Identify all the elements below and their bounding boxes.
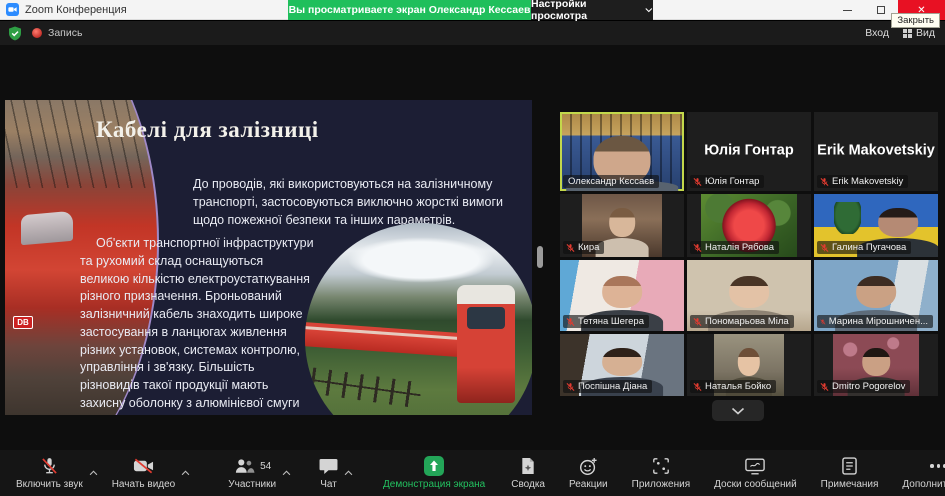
participant-name: Кира — [578, 242, 599, 253]
participant-name: Тетяна Шегера — [578, 316, 644, 327]
participants-options-chevron[interactable] — [282, 450, 291, 496]
participant-name: Erik Makovetskiy — [832, 176, 903, 187]
participant-name: Марина Мірошничен... — [829, 316, 928, 327]
whiteboards-button[interactable]: Доски сообщений — [708, 450, 803, 496]
participant-name: Наталія Рябова — [705, 242, 774, 253]
participant-tile[interactable]: Тетяна Шегера — [560, 260, 684, 331]
participant-tile[interactable]: Олександр Кєссаєв — [560, 112, 684, 191]
participant-tile[interactable]: Наталья Бойко — [687, 334, 811, 396]
muted-mic-icon — [820, 243, 829, 253]
maximize-icon — [877, 6, 885, 14]
camera-off-icon — [133, 456, 154, 476]
gallery-view-icon — [903, 29, 912, 38]
muted-mic-icon — [820, 382, 829, 392]
main-area: DB Кабелі для залізниці До проводів, які… — [0, 45, 945, 450]
participant-tile[interactable]: Кира — [560, 194, 684, 257]
participant-tile[interactable]: Наталія Рябова — [687, 194, 811, 257]
mic-muted-icon — [41, 456, 58, 476]
muted-mic-icon — [566, 317, 575, 327]
muted-mic-icon — [566, 382, 575, 392]
participants-count: 54 — [260, 461, 271, 472]
gallery-scrollbar[interactable] — [537, 246, 543, 268]
muted-mic-icon — [693, 177, 702, 187]
muted-mic-icon — [820, 177, 829, 187]
more-icon — [930, 456, 945, 476]
notes-button[interactable]: Примечания — [815, 450, 885, 496]
participant-name: Галина Пугачова — [832, 242, 906, 253]
view-settings-button[interactable]: Настройки просмотра — [531, 0, 653, 20]
shared-screen-slide: DB Кабелі для залізниці До проводів, які… — [5, 100, 532, 415]
participants-gallery: Олександр Кєссаєв Юлія Гонтар Юлія Гонта… — [560, 112, 938, 396]
security-shield-icon[interactable] — [8, 26, 22, 41]
participant-name: Юлія Гонтар — [705, 176, 759, 187]
window-title: Zoom Конференция — [25, 4, 127, 16]
participant-display-name: Юлія Гонтар — [687, 142, 811, 158]
view-button[interactable]: Вид — [903, 27, 935, 39]
participant-name: Пономарьова Міла — [705, 316, 789, 327]
participants-icon — [233, 457, 255, 475]
slide-paragraph-2: Об'єкти транспортної інфраструктури та р… — [80, 235, 315, 415]
participant-tile[interactable]: Erik Makovetskiy Erik Makovetskiy — [814, 112, 938, 191]
gallery-next-page-button[interactable] — [712, 400, 764, 421]
meeting-toolbar: Включить звук Начать видео 54 Участники … — [0, 450, 945, 496]
minimize-button[interactable] — [830, 0, 864, 20]
participant-name: Олександр Кєссаєв — [568, 176, 654, 187]
zoom-app-icon — [6, 3, 19, 16]
minimize-icon — [843, 10, 852, 11]
recording-indicator-icon — [32, 28, 42, 38]
login-button[interactable]: Вход — [865, 27, 889, 39]
notes-icon — [842, 456, 857, 476]
snow-mountain — [347, 237, 495, 283]
participant-name: Наталья Бойко — [705, 381, 771, 392]
share-screen-button[interactable]: Демонстрация экрана — [377, 450, 491, 496]
train-locomotive — [457, 285, 515, 403]
apps-icon — [652, 456, 670, 476]
participant-tile[interactable]: Марина Мірошничен... — [814, 260, 938, 331]
participant-tile[interactable]: Пономарьова Міла — [687, 260, 811, 331]
participant-display-name: Erik Makovetskiy — [814, 142, 938, 158]
more-button[interactable]: Дополнительно — [896, 450, 945, 496]
chat-button[interactable]: Чат — [313, 450, 344, 496]
start-video-button[interactable]: Начать видео — [106, 450, 182, 496]
muted-mic-icon — [693, 317, 702, 327]
chat-options-chevron[interactable] — [344, 450, 353, 496]
reactions-button[interactable]: Реакции — [563, 450, 614, 496]
participants-button[interactable]: 54 Участники — [222, 450, 282, 496]
meeting-header: Запись Вход Вид — [0, 21, 945, 45]
muted-mic-icon — [693, 243, 702, 253]
summary-button[interactable]: Сводка — [505, 450, 551, 496]
participant-tile[interactable]: Dmitro Pogorelov — [814, 334, 938, 396]
recording-label: Запись — [48, 27, 82, 39]
participant-name: Dmitro Pogorelov — [832, 381, 905, 392]
participant-tile[interactable]: Поспішна Діана — [560, 334, 684, 396]
muted-mic-icon — [693, 382, 702, 392]
screen-share-banner: Вы просматриваете экран Олександр Кессае… — [288, 0, 531, 20]
chevron-down-icon — [731, 407, 745, 415]
participant-name: Поспішна Діана — [578, 381, 647, 392]
slide-paragraph-1: До проводів, які використовуються на зал… — [193, 176, 531, 229]
summary-icon — [520, 456, 536, 476]
unmute-button[interactable]: Включить звук — [10, 450, 89, 496]
muted-mic-icon — [820, 317, 826, 327]
share-screen-icon — [424, 456, 444, 476]
chevron-down-icon — [645, 7, 653, 13]
chat-icon — [319, 456, 338, 476]
db-train-logo: DB — [13, 316, 33, 329]
close-tooltip: Закрыть — [891, 13, 940, 28]
participant-tile[interactable]: Галина Пугачова — [814, 194, 938, 257]
window-titlebar: Zoom Конференция Вы просматриваете экран… — [0, 0, 945, 20]
fence — [310, 367, 423, 408]
muted-mic-icon — [566, 243, 575, 253]
reactions-icon — [579, 456, 598, 476]
slide-title: Кабелі для залізниці — [96, 117, 319, 143]
participant-tile[interactable]: Юлія Гонтар Юлія Гонтар — [687, 112, 811, 191]
audio-options-chevron[interactable] — [89, 450, 98, 496]
apps-button[interactable]: Приложения — [626, 450, 697, 496]
mountain-train-photo — [305, 223, 532, 415]
video-options-chevron[interactable] — [181, 450, 190, 496]
whiteboard-icon — [745, 456, 765, 476]
